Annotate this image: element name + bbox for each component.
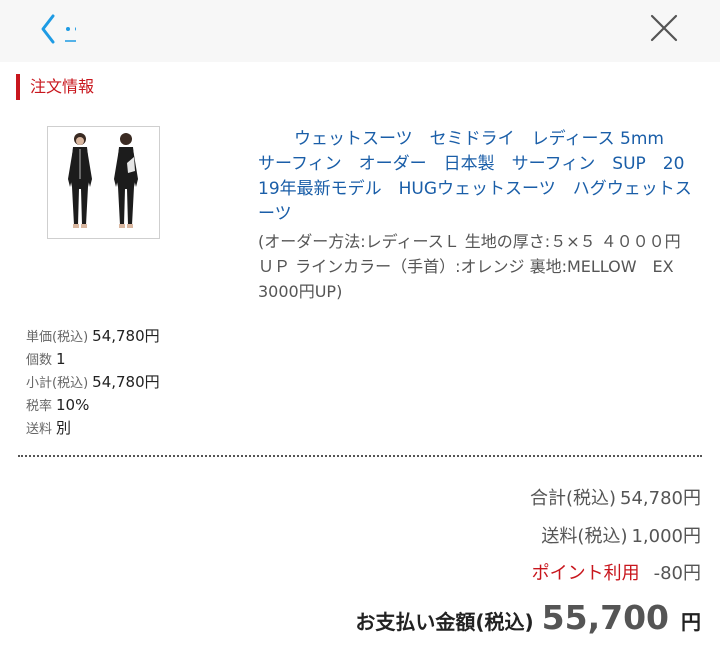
detail-label: 小計(税込) [26,376,89,391]
payment-total-label: お支払い金額(税込) [355,610,534,634]
detail-label: 単価(税込) [26,330,89,345]
total-points-row: ポイント利用 -80円 [532,562,701,586]
points-value: -80円 [653,563,701,584]
detail-value: 54,780円 [92,327,160,345]
detail-row-subtotal: 小計(税込) 54,780円 [26,370,160,393]
close-button[interactable] [644,10,684,50]
section-title: 注文情報 [30,77,95,96]
product-options: (オーダー方法:レディースＬ 生地の厚さ:５×５ ４０００円ＵＰ ラインカラー（… [258,232,706,301]
subtotal-label: 合計(税込) [529,488,617,509]
total-shipping-row: 送料(税込) 1,000円 [541,525,701,549]
detail-label: 送料 [26,422,53,437]
payment-total-amount: 55,700 [541,598,669,637]
total-subtotal-row: 合計(税込) 54,780円 [530,487,701,511]
back-button[interactable] [36,10,100,50]
detail-label: 個数 [26,353,53,368]
detail-value: 1 [56,350,66,368]
points-label: ポイント利用 [531,563,640,584]
section-accent-bar [16,74,20,100]
product-title-link[interactable]: ウェットスーツ セミドライ レディース 5mm サーフィン オーダー 日本製 サ… [258,127,694,227]
shipping-label: 送料(税込) [541,526,628,547]
dotted-divider [18,455,702,457]
detail-value: 10% [56,396,90,414]
shipping-value: 1,000円 [631,526,701,547]
ellipsis-icon [65,27,76,42]
detail-value: 54,780円 [92,373,160,391]
payment-total-unit: 円 [681,610,701,634]
detail-value: 別 [56,419,72,437]
detail-row-quantity: 個数 1 [26,347,160,370]
subtotal-value: 54,780円 [620,488,701,509]
detail-row-shipping: 送料別 [26,416,160,439]
payment-total-row: お支払い金額(税込) 55,700 円 [355,598,701,637]
detail-label: 税率 [26,399,53,414]
detail-row-unit-price: 単価(税込) 54,780円 [26,324,160,347]
product-thumbnail[interactable] [47,126,160,239]
order-details: 単価(税込) 54,780円 個数 1 小計(税込) 54,780円 税率 10% 送料… [26,324,160,439]
close-icon [650,14,678,42]
detail-row-tax-rate: 税率 10% [26,393,160,416]
wetsuit-image [48,127,159,238]
top-bar [0,0,720,62]
